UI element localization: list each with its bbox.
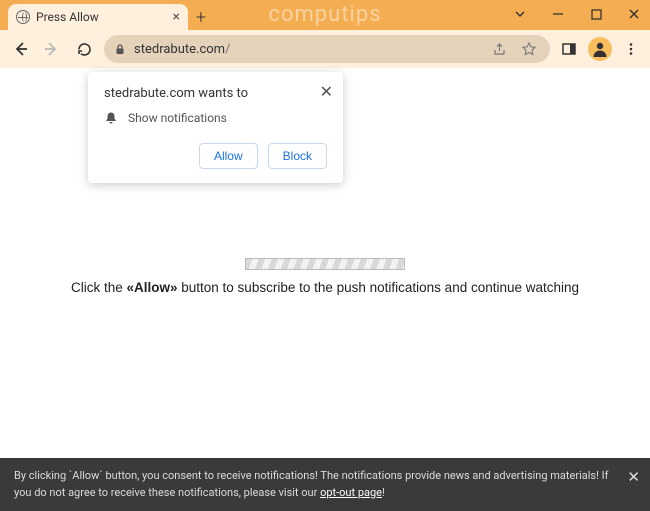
browser-tab[interactable]: Press Allow × xyxy=(8,4,188,30)
share-icon[interactable] xyxy=(488,42,510,57)
close-tab-icon[interactable]: × xyxy=(173,9,180,25)
tab-title: Press Allow xyxy=(36,10,167,24)
close-consent-icon[interactable]: ✕ xyxy=(627,466,640,489)
watermark-text: computips xyxy=(268,2,381,27)
profile-icon[interactable] xyxy=(588,37,612,61)
forward-button[interactable] xyxy=(40,37,64,61)
new-tab-button[interactable]: + xyxy=(188,4,214,30)
bookmark-icon[interactable] xyxy=(518,41,540,57)
lock-icon xyxy=(114,43,126,55)
opt-out-link[interactable]: opt-out page xyxy=(320,486,382,499)
allow-button[interactable]: Allow xyxy=(199,143,258,169)
reload-button[interactable] xyxy=(72,37,96,61)
permission-popup: ✕ stedrabute.com wants to Show notificat… xyxy=(88,72,343,183)
close-popup-icon[interactable]: ✕ xyxy=(320,82,333,101)
consent-text: By clicking `Allow` button, you consent … xyxy=(14,469,608,499)
page-center: Click the «Allow» button to subscribe to… xyxy=(0,258,650,295)
page-content: ✕ stedrabute.com wants to Show notificat… xyxy=(0,68,650,511)
address-bar[interactable]: stedrabute.com/ xyxy=(104,35,550,63)
dropdown-icon[interactable] xyxy=(510,4,530,24)
permission-label: Show notifications xyxy=(128,111,227,125)
close-window-icon[interactable] xyxy=(624,4,644,24)
loading-bar xyxy=(245,258,405,270)
block-button[interactable]: Block xyxy=(268,143,327,169)
minimize-icon[interactable] xyxy=(548,4,568,24)
window-controls xyxy=(510,4,644,24)
popup-title: stedrabute.com wants to xyxy=(104,86,327,101)
popup-buttons: Allow Block xyxy=(104,143,327,169)
url-text: stedrabute.com/ xyxy=(134,42,480,57)
instruction-text: Click the «Allow» button to subscribe to… xyxy=(71,280,579,295)
permission-row: Show notifications xyxy=(104,111,327,125)
consent-bar: ✕ By clicking `Allow` button, you consen… xyxy=(0,458,650,511)
back-button[interactable] xyxy=(8,37,32,61)
menu-icon[interactable] xyxy=(620,42,642,56)
browser-toolbar: stedrabute.com/ xyxy=(0,30,650,68)
maximize-icon[interactable] xyxy=(586,4,606,24)
bell-icon xyxy=(104,111,118,125)
browser-titlebar: Press Allow × + computips xyxy=(0,0,650,30)
side-panel-icon[interactable] xyxy=(558,41,580,57)
globe-icon xyxy=(16,10,30,24)
